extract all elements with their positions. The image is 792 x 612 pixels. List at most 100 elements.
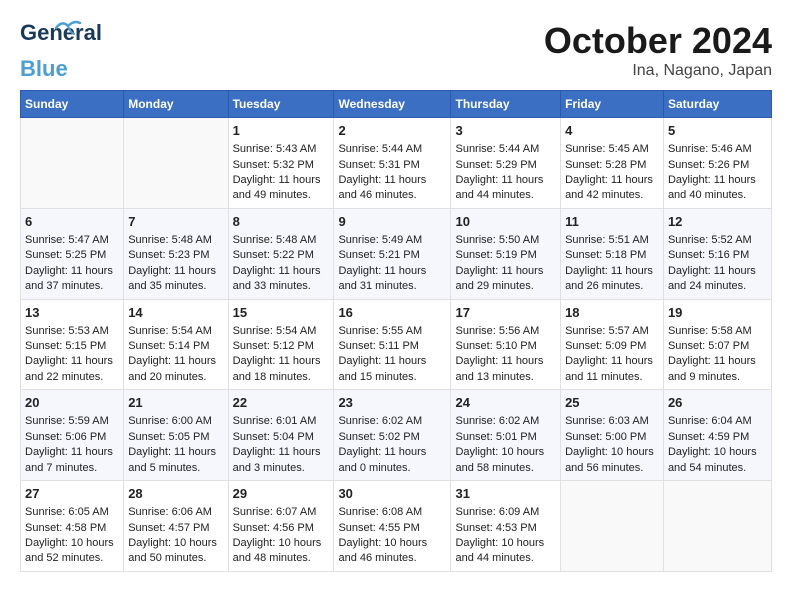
calendar-cell: 25Sunrise: 6:03 AMSunset: 5:00 PMDayligh…	[561, 390, 664, 481]
header-friday: Friday	[561, 91, 664, 118]
day-number: 7	[128, 213, 223, 231]
sunrise-text: Sunrise: 6:02 AM	[338, 415, 422, 427]
calendar-table: Sunday Monday Tuesday Wednesday Thursday…	[20, 90, 772, 572]
daylight-text: Daylight: 10 hours and 58 minutes.	[455, 446, 544, 473]
sunset-text: Sunset: 5:15 PM	[25, 340, 106, 352]
sunrise-text: Sunrise: 5:49 AM	[338, 234, 422, 246]
logo-text-block: General Blue	[20, 20, 72, 78]
sunset-text: Sunset: 5:00 PM	[565, 431, 646, 443]
day-number: 21	[128, 394, 223, 412]
day-number: 13	[25, 304, 119, 322]
location-subtitle: Ina, Nagano, Japan	[544, 62, 772, 80]
daylight-text: Daylight: 11 hours and 13 minutes.	[455, 355, 543, 382]
day-number: 19	[668, 304, 767, 322]
header-wednesday: Wednesday	[334, 91, 451, 118]
header-thursday: Thursday	[451, 91, 561, 118]
sunrise-text: Sunrise: 5:46 AM	[668, 143, 752, 155]
sunset-text: Sunset: 5:04 PM	[233, 431, 314, 443]
daylight-text: Daylight: 11 hours and 33 minutes.	[233, 265, 321, 292]
calendar-week-row: 1Sunrise: 5:43 AMSunset: 5:32 PMDaylight…	[21, 118, 772, 209]
sunrise-text: Sunrise: 6:04 AM	[668, 415, 752, 427]
daylight-text: Daylight: 10 hours and 50 minutes.	[128, 537, 217, 564]
day-number: 15	[233, 304, 330, 322]
logo-bird-icon	[54, 18, 82, 38]
day-number: 10	[455, 213, 556, 231]
sunset-text: Sunset: 4:55 PM	[338, 522, 419, 534]
calendar-cell: 8Sunrise: 5:48 AMSunset: 5:22 PMDaylight…	[228, 208, 334, 299]
calendar-cell: 19Sunrise: 5:58 AMSunset: 5:07 PMDayligh…	[663, 299, 771, 390]
daylight-text: Daylight: 11 hours and 15 minutes.	[338, 355, 426, 382]
daylight-text: Daylight: 11 hours and 3 minutes.	[233, 446, 321, 473]
title-block: October 2024 Ina, Nagano, Japan	[544, 20, 772, 80]
sunrise-text: Sunrise: 5:43 AM	[233, 143, 317, 155]
day-number: 18	[565, 304, 659, 322]
daylight-text: Daylight: 11 hours and 44 minutes.	[455, 174, 543, 201]
sunset-text: Sunset: 5:18 PM	[565, 249, 646, 261]
day-number: 25	[565, 394, 659, 412]
header-monday: Monday	[124, 91, 228, 118]
calendar-cell: 17Sunrise: 5:56 AMSunset: 5:10 PMDayligh…	[451, 299, 561, 390]
day-number: 5	[668, 122, 767, 140]
daylight-text: Daylight: 10 hours and 56 minutes.	[565, 446, 654, 473]
day-number: 24	[455, 394, 556, 412]
calendar-cell: 14Sunrise: 5:54 AMSunset: 5:14 PMDayligh…	[124, 299, 228, 390]
day-number: 26	[668, 394, 767, 412]
calendar-week-row: 20 Sunrise: 5:59 AM Sunset: 5:06 PM Dayligh…	[21, 390, 772, 481]
day-number: 27	[25, 485, 119, 503]
day-number: 31	[455, 485, 556, 503]
calendar-cell: 16Sunrise: 5:55 AMSunset: 5:11 PMDayligh…	[334, 299, 451, 390]
sunset-text: Sunset: 5:25 PM	[25, 249, 106, 261]
calendar-cell: 11Sunrise: 5:51 AMSunset: 5:18 PMDayligh…	[561, 208, 664, 299]
calendar-cell: 3Sunrise: 5:44 AMSunset: 5:29 PMDaylight…	[451, 118, 561, 209]
sunrise-text: Sunrise: 6:06 AM	[128, 506, 212, 518]
calendar-cell	[21, 118, 124, 209]
sunrise-text: Sunrise: 6:07 AM	[233, 506, 317, 518]
sunset-text: Sunset: 4:53 PM	[455, 522, 536, 534]
sunrise-text: Sunrise: 5:48 AM	[128, 234, 212, 246]
calendar-cell: 27Sunrise: 6:05 AMSunset: 4:58 PMDayligh…	[21, 481, 124, 572]
sunrise-text: Sunrise: 5:59 AM	[25, 415, 109, 427]
day-number: 20	[25, 394, 119, 412]
sunrise-text: Sunrise: 5:44 AM	[338, 143, 422, 155]
daylight-text: Daylight: 11 hours and 31 minutes.	[338, 265, 426, 292]
day-number: 28	[128, 485, 223, 503]
calendar-cell: 2Sunrise: 5:44 AMSunset: 5:31 PMDaylight…	[334, 118, 451, 209]
daylight-text: Daylight: 11 hours and 0 minutes.	[338, 446, 426, 473]
calendar-cell	[561, 481, 664, 572]
header-row: Sunday Monday Tuesday Wednesday Thursday…	[21, 91, 772, 118]
day-number: 30	[338, 485, 446, 503]
sunrise-text: Sunrise: 5:57 AM	[565, 325, 649, 337]
calendar-cell: 6Sunrise: 5:47 AMSunset: 5:25 PMDaylight…	[21, 208, 124, 299]
calendar-cell: 20 Sunrise: 5:59 AM Sunset: 5:06 PM Dayligh…	[21, 390, 124, 481]
sunset-text: Sunset: 5:19 PM	[455, 249, 536, 261]
calendar-cell: 1Sunrise: 5:43 AMSunset: 5:32 PMDaylight…	[228, 118, 334, 209]
sunrise-text: Sunrise: 6:01 AM	[233, 415, 317, 427]
sunrise-text: Sunrise: 5:50 AM	[455, 234, 539, 246]
logo: General Blue	[20, 20, 72, 78]
sunrise-text: Sunrise: 5:51 AM	[565, 234, 649, 246]
daylight-text: Daylight: 11 hours and 7 minutes.	[25, 446, 113, 473]
day-number: 8	[233, 213, 330, 231]
day-number: 2	[338, 122, 446, 140]
sunset-text: Sunset: 5:06 PM	[25, 431, 106, 443]
daylight-text: Daylight: 11 hours and 37 minutes.	[25, 265, 113, 292]
sunrise-text: Sunrise: 5:53 AM	[25, 325, 109, 337]
sunset-text: Sunset: 5:28 PM	[565, 159, 646, 171]
calendar-week-row: 27Sunrise: 6:05 AMSunset: 4:58 PMDayligh…	[21, 481, 772, 572]
calendar-cell	[124, 118, 228, 209]
sunrise-text: Sunrise: 5:45 AM	[565, 143, 649, 155]
calendar-header: Sunday Monday Tuesday Wednesday Thursday…	[21, 91, 772, 118]
sunset-text: Sunset: 5:29 PM	[455, 159, 536, 171]
daylight-text: Daylight: 11 hours and 20 minutes.	[128, 355, 216, 382]
sunset-text: Sunset: 4:56 PM	[233, 522, 314, 534]
sunset-text: Sunset: 5:07 PM	[668, 340, 749, 352]
daylight-text: Daylight: 11 hours and 42 minutes.	[565, 174, 653, 201]
sunrise-text: Sunrise: 5:44 AM	[455, 143, 539, 155]
calendar-cell: 10Sunrise: 5:50 AMSunset: 5:19 PMDayligh…	[451, 208, 561, 299]
day-number: 23	[338, 394, 446, 412]
daylight-text: Daylight: 10 hours and 48 minutes.	[233, 537, 322, 564]
sunrise-text: Sunrise: 6:08 AM	[338, 506, 422, 518]
calendar-cell: 7Sunrise: 5:48 AMSunset: 5:23 PMDaylight…	[124, 208, 228, 299]
daylight-text: Daylight: 11 hours and 9 minutes.	[668, 355, 756, 382]
calendar-cell: 9Sunrise: 5:49 AMSunset: 5:21 PMDaylight…	[334, 208, 451, 299]
